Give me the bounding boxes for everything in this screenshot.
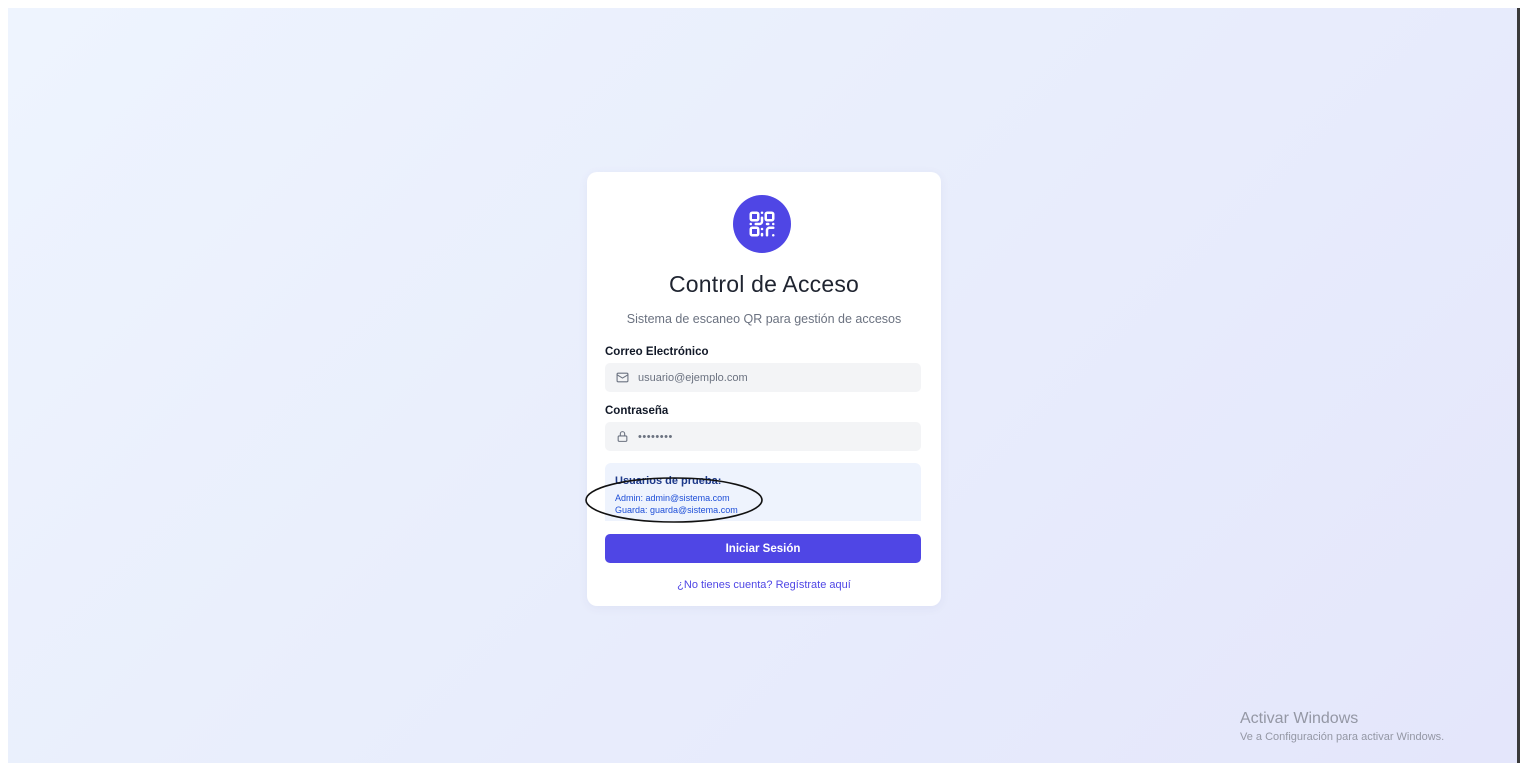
window-edge <box>1517 8 1520 763</box>
test-user-guard: Guarda: guarda@sistema.com <box>615 505 738 515</box>
register-link[interactable]: ¿No tienes cuenta? Regístrate aquí <box>587 579 941 591</box>
screen: Control de Acceso Sistema de escaneo QR … <box>0 0 1525 763</box>
login-button[interactable]: Iniciar Sesión <box>605 534 921 563</box>
test-users-title: Usuarios de prueba: <box>615 475 722 487</box>
email-label: Correo Electrónico <box>605 346 709 358</box>
test-users-box: Usuarios de prueba: Admin: admin@sistema… <box>605 463 921 521</box>
login-card: Control de Acceso Sistema de escaneo QR … <box>585 172 941 606</box>
windows-activation-watermark: Activar Windows Ve a Configuración para … <box>1240 710 1444 743</box>
password-label: Contraseña <box>605 405 669 417</box>
password-value: •••••••• <box>638 430 673 443</box>
qr-code-icon <box>733 195 791 253</box>
watermark-subtitle: Ve a Configuración para activar Windows. <box>1240 731 1445 743</box>
mail-icon <box>615 371 629 385</box>
lock-icon <box>615 430 629 444</box>
watermark-title: Activar Windows <box>1240 710 1359 727</box>
page-title: Control de Acceso <box>668 271 860 297</box>
page-subtitle: Sistema de escaneo QR para gestión de ac… <box>626 312 902 326</box>
test-user-admin: Admin: admin@sistema.com <box>615 493 730 503</box>
password-field[interactable]: •••••••• <box>605 422 921 451</box>
email-field[interactable]: usuario@ejemplo.com <box>605 363 921 392</box>
email-placeholder: usuario@ejemplo.com <box>638 371 748 384</box>
page-background: Control de Acceso Sistema de escaneo QR … <box>8 8 1517 763</box>
